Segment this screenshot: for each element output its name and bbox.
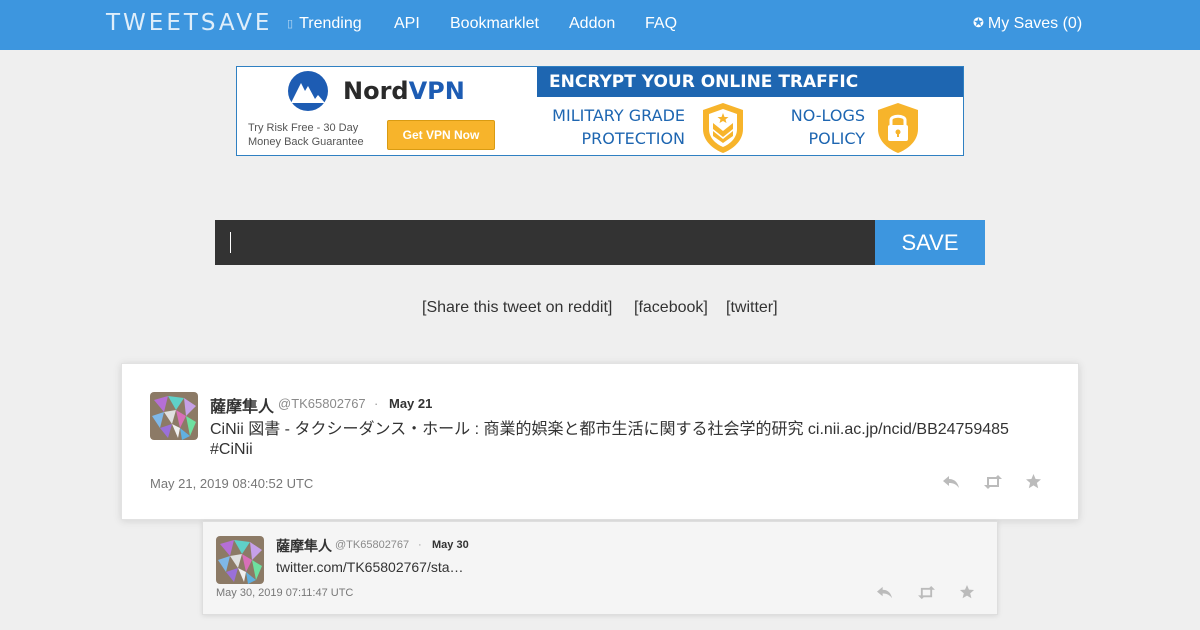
retweet-icon[interactable] (983, 474, 1003, 490)
ad-risk-text: Try Risk Free - 30 Day Money Back Guaran… (248, 122, 364, 148)
avatar[interactable] (150, 392, 198, 440)
my-saves-link[interactable]: ✪ My Saves (0) (973, 15, 1082, 33)
trending-icon: ▯ (287, 18, 294, 30)
ad-headline: ENCRYPT YOUR ONLINE TRAFFIC (537, 67, 963, 97)
nav-trending-label: Trending (299, 15, 362, 32)
nav-trending[interactable]: ▯ Trending (287, 15, 362, 33)
nav-faq[interactable]: FAQ (645, 15, 677, 33)
nav-api[interactable]: API (394, 15, 420, 33)
favorite-icon[interactable] (959, 584, 975, 600)
tweet-card: 薩摩隼人 @TK65802767 · May 21 CiNii 図書 - タクシ… (121, 363, 1079, 520)
separator-dot: · (374, 396, 379, 411)
site-logo[interactable]: TWEETSAVE (106, 10, 272, 36)
ad-brand-panel: NordVPN Try Risk Free - 30 Day Money Bac… (237, 67, 537, 155)
ad-feature-nologs: NO-LOGS POLICY (790, 106, 865, 148)
tweet-url-input[interactable] (215, 220, 875, 265)
ad-feature-military: MILITARY GRADE PROTECTION (552, 106, 685, 148)
plus-circle-icon: ✪ (973, 15, 984, 30)
tweet-date[interactable]: May 21 (389, 396, 432, 411)
ad-brand-name: NordVPN (343, 77, 465, 105)
nordvpn-logo-icon (288, 71, 328, 111)
nav-bookmarklet[interactable]: Bookmarklet (450, 15, 539, 33)
nav-addon[interactable]: Addon (569, 15, 615, 33)
tweet-author-name[interactable]: 薩摩隼人 (210, 393, 274, 417)
tweet-text[interactable]: twitter.com/TK65802767/sta… (276, 558, 876, 576)
ad-get-vpn-button[interactable]: Get VPN Now (387, 120, 495, 150)
tweet-author-name[interactable]: 薩摩隼人 (276, 536, 332, 556)
avatar-image (150, 392, 198, 440)
tweet-author-handle[interactable]: @TK65802767 (335, 539, 409, 551)
top-navbar: TWEETSAVE ▯ Trending API Bookmarklet Addo… (0, 0, 1200, 50)
shield-chevron-icon (703, 103, 743, 153)
tweet-author-handle[interactable]: @TK65802767 (278, 396, 366, 411)
reply-icon[interactable] (942, 474, 960, 490)
retweet-icon[interactable] (917, 585, 936, 600)
my-saves-label: My Saves (0) (987, 15, 1083, 32)
tweet-timestamp: May 30, 2019 07:11:47 UTC (216, 587, 354, 599)
nordvpn-ad[interactable]: NordVPN Try Risk Free - 30 Day Money Bac… (236, 66, 964, 156)
text-cursor (230, 232, 231, 253)
reply-tweet-card: 薩摩隼人 @TK65802767 · May 30 twitter.com/TK… (202, 521, 998, 615)
ad-brand-vpn: VPN (408, 77, 465, 105)
separator-dot: · (418, 539, 422, 551)
tweet-timestamp: May 21, 2019 08:40:52 UTC (150, 476, 314, 491)
share-facebook-link[interactable]: [facebook] (634, 299, 708, 317)
tweet-date[interactable]: May 30 (432, 539, 469, 551)
share-reddit-link[interactable]: [Share this tweet on reddit] (422, 299, 612, 317)
save-button[interactable]: SAVE (875, 220, 985, 265)
reply-icon[interactable] (876, 585, 893, 600)
favorite-icon[interactable] (1025, 473, 1042, 490)
shield-lock-icon (878, 103, 918, 153)
share-twitter-link[interactable]: [twitter] (726, 299, 778, 317)
avatar-image (216, 536, 264, 584)
avatar[interactable] (216, 536, 264, 584)
tweet-text: CiNii 図書 - タクシーダンス・ホール : 商業的娯楽と都市生活に関する社… (210, 421, 1009, 458)
ad-brand-nord: Nord (343, 77, 409, 105)
